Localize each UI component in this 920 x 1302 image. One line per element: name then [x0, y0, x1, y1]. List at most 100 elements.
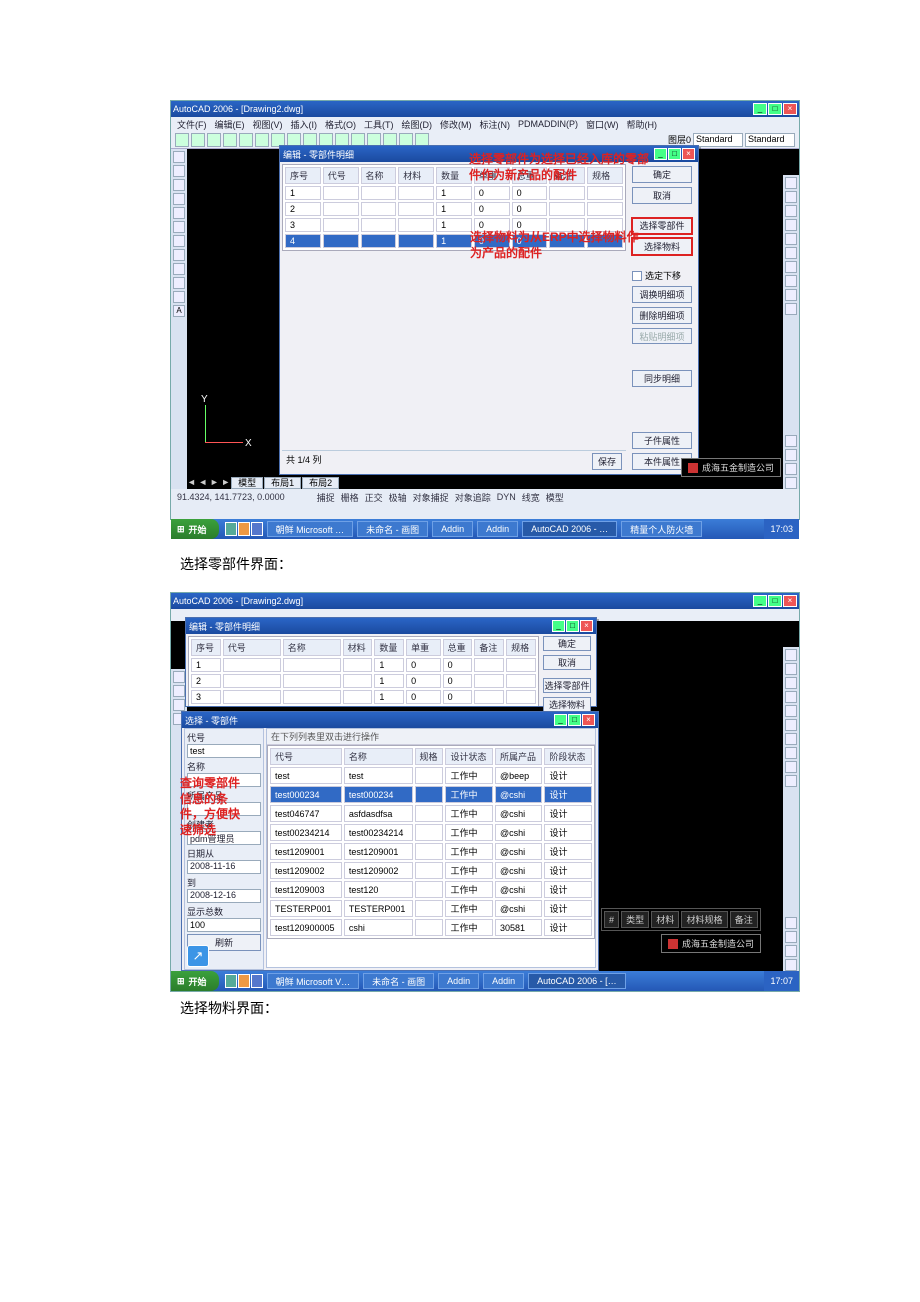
grid-cell[interactable]: test1209002 — [270, 862, 342, 879]
scol-product[interactable]: 所属产品 — [495, 748, 543, 765]
r-icon[interactable] — [785, 463, 797, 475]
grid-cell[interactable]: 工作中 — [445, 862, 493, 879]
menu-tools[interactable]: 工具(T) — [364, 118, 394, 131]
hatch-icon[interactable] — [173, 221, 185, 233]
scol-status[interactable]: 设计状态 — [445, 748, 493, 765]
col-code[interactable]: 代号 — [323, 167, 359, 184]
maximize-icon[interactable]: □ — [768, 595, 782, 607]
grid-cell[interactable] — [343, 690, 373, 704]
grid-cell[interactable]: 工作中 — [445, 824, 493, 841]
grid-cell[interactable]: cshi — [344, 919, 413, 936]
grid-cell[interactable] — [415, 881, 444, 898]
r-icon[interactable] — [785, 649, 797, 661]
grid-cell[interactable]: test000234 — [344, 786, 413, 803]
menu-format[interactable]: 格式(O) — [325, 118, 356, 131]
task-item[interactable]: Addin — [483, 973, 524, 989]
ql-icon[interactable] — [225, 974, 237, 988]
select-grid[interactable]: 代号 名称 规格 设计状态 所属产品 阶段状态 testtest工作中@beep… — [267, 745, 595, 939]
minimize-icon[interactable]: _ — [753, 595, 767, 607]
grid-cell[interactable]: 0 — [474, 186, 510, 200]
line-icon[interactable] — [173, 151, 185, 163]
grid-cell[interactable]: 工作中 — [445, 805, 493, 822]
lw-toggle[interactable]: 线宽 — [522, 491, 540, 504]
minimize-icon[interactable]: _ — [753, 103, 767, 115]
select-parts-button[interactable]: 选择零部件 — [632, 218, 692, 235]
grid-cell[interactable] — [398, 202, 434, 216]
grid-cell[interactable]: 1 — [374, 674, 404, 688]
layout2-tab[interactable]: 布局2 — [302, 477, 339, 489]
grid-cell[interactable] — [223, 658, 281, 672]
grid-cell[interactable]: @cshi — [495, 824, 543, 841]
menu-insert[interactable]: 插入(I) — [291, 118, 318, 131]
menu-help[interactable]: 帮助(H) — [627, 118, 658, 131]
mtext-icon[interactable]: A — [173, 305, 185, 317]
task-item[interactable]: AutoCAD 2006 - … — [522, 521, 617, 537]
r-icon[interactable] — [785, 435, 797, 447]
count-input[interactable] — [187, 918, 261, 932]
scol-name[interactable]: 名称 — [344, 748, 413, 765]
grid-cell[interactable]: 0 — [512, 218, 548, 232]
grid-cell[interactable]: 0 — [474, 202, 510, 216]
grid-cell[interactable]: 设计 — [544, 805, 592, 822]
r-icon[interactable] — [785, 691, 797, 703]
parts-grid[interactable]: 序号 代号 名称 材料 数量 单重 总重 备注 规格 1100210031004… — [282, 164, 626, 251]
grid-cell[interactable]: 0 — [512, 234, 548, 248]
grid-cell[interactable]: 1 — [191, 658, 221, 672]
swap-row-button[interactable]: 调换明细项 — [632, 286, 692, 303]
grid-cell[interactable]: 0 — [443, 674, 473, 688]
grid-cell[interactable]: 3 — [285, 218, 321, 232]
grid-cell[interactable]: test00234214 — [270, 824, 342, 841]
grid-cell[interactable] — [415, 767, 444, 784]
col-material[interactable]: 材料 — [343, 639, 373, 656]
grid-cell[interactable] — [587, 234, 623, 248]
osnap-toggle[interactable]: 对象捕捉 — [413, 491, 449, 504]
grid-cell[interactable]: 2 — [285, 202, 321, 216]
grid-cell[interactable] — [415, 862, 444, 879]
r-icon[interactable] — [785, 233, 797, 245]
grid-cell[interactable]: test1209003 — [270, 881, 342, 898]
col-spec[interactable]: 规格 — [587, 167, 623, 184]
text-icon[interactable] — [173, 235, 185, 247]
col-name[interactable]: 名称 — [283, 639, 341, 656]
grid-cell[interactable]: 0 — [512, 202, 548, 216]
task-item[interactable]: Addin — [477, 521, 518, 537]
grid-cell[interactable]: 工作中 — [445, 900, 493, 917]
tool-icon[interactable] — [191, 133, 205, 147]
grid-cell[interactable]: test00234214 — [344, 824, 413, 841]
col-note[interactable]: 备注 — [474, 639, 504, 656]
scol-code[interactable]: 代号 — [270, 748, 342, 765]
grid-cell[interactable] — [549, 186, 585, 200]
r-icon[interactable] — [785, 775, 797, 787]
start-button[interactable]: ⊞开始 — [171, 519, 219, 539]
grid-cell[interactable] — [361, 202, 397, 216]
r-icon[interactable] — [785, 205, 797, 217]
r-icon[interactable] — [785, 191, 797, 203]
dlg-min-icon[interactable]: _ — [654, 148, 667, 160]
menu-modify[interactable]: 修改(M) — [440, 118, 472, 131]
grid-cell[interactable]: 0 — [443, 658, 473, 672]
grid-cell[interactable]: TESTERP001 — [344, 900, 413, 917]
grid-cell[interactable]: 工作中 — [445, 881, 493, 898]
polyline-icon[interactable] — [173, 685, 185, 697]
grid-cell[interactable]: @cshi — [495, 881, 543, 898]
save-button[interactable]: 保存 — [592, 453, 622, 470]
grid-cell[interactable]: test1209001 — [344, 843, 413, 860]
tool-palette-icon[interactable]: ↗ — [187, 945, 209, 967]
close-icon[interactable]: × — [783, 595, 797, 607]
r-icon[interactable] — [785, 677, 797, 689]
r-icon[interactable] — [785, 247, 797, 259]
date-from[interactable]: 2008-11-16 — [187, 860, 261, 874]
grid-cell[interactable]: @cshi — [495, 862, 543, 879]
r-icon[interactable] — [785, 275, 797, 287]
grid-cell[interactable] — [474, 690, 504, 704]
close-icon[interactable]: × — [783, 103, 797, 115]
grid-cell[interactable] — [323, 218, 359, 232]
table-icon[interactable] — [173, 263, 185, 275]
polar-toggle[interactable]: 极轴 — [389, 491, 407, 504]
grid-cell[interactable] — [323, 186, 359, 200]
grid-cell[interactable]: 1 — [374, 690, 404, 704]
grid-cell[interactable]: 工作中 — [445, 843, 493, 860]
tool-icon[interactable] — [255, 133, 269, 147]
grid-cell[interactable]: 3 — [191, 690, 221, 704]
col-unitw[interactable]: 单重 — [406, 639, 441, 656]
